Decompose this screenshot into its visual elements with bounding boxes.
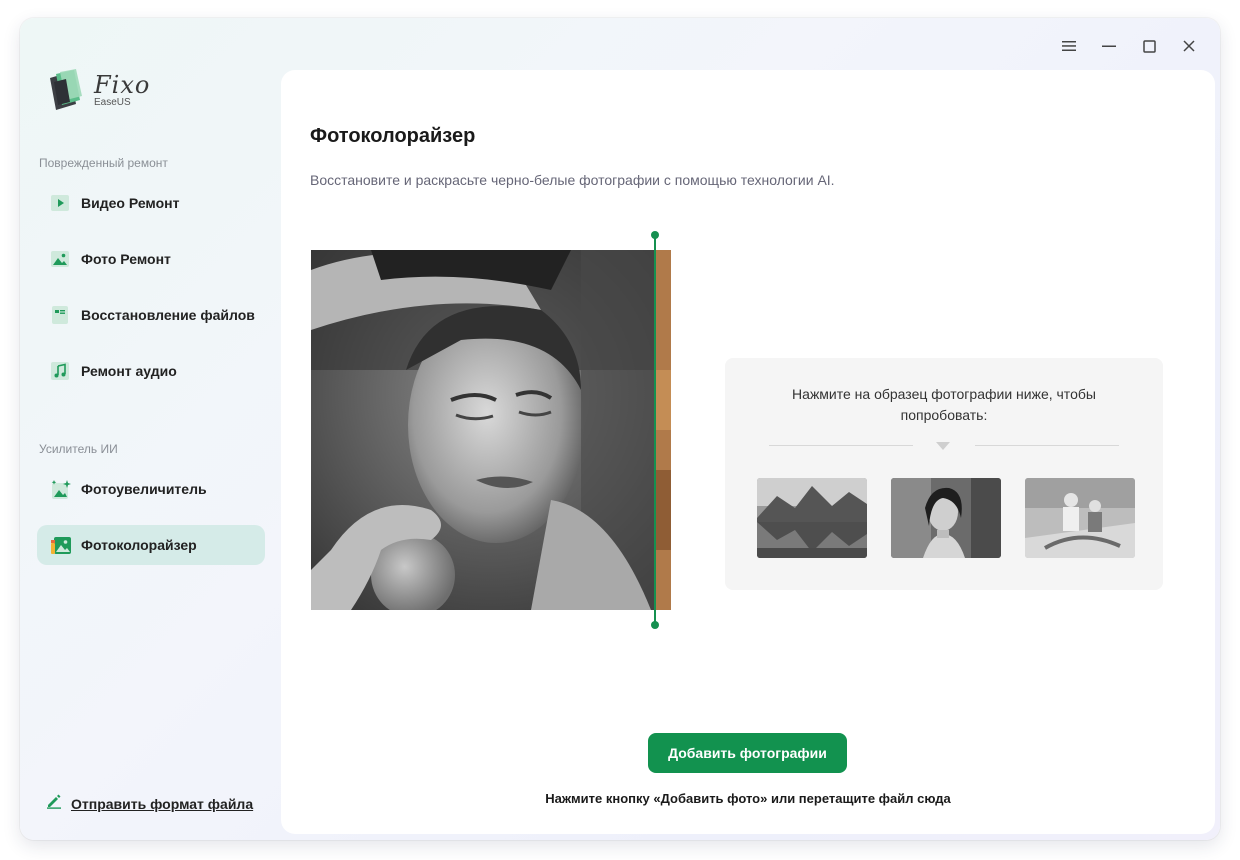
send-file-format-label: Отправить формат файла [71,795,254,812]
minimize-icon[interactable] [1098,36,1120,56]
sidebar-item-photo-repair[interactable]: Фото Ремонт [37,239,265,279]
sidebar-item-label: Видео Ремонт [81,195,180,211]
sidebar-item-video-repair[interactable]: Видео Ремонт [37,183,265,223]
sample-prompt: Нажмите на образец фотографии ниже, чтоб… [792,386,1096,423]
app-window: Fixo EaseUS Поврежденный ремонт Видео Ре… [20,18,1220,840]
sidebar-item-audio-repair[interactable]: Ремонт аудио [37,351,265,391]
caret-down-icon [936,442,950,450]
sidebar-item-label: Фото Ремонт [81,251,171,267]
menu-icon[interactable] [1058,36,1080,56]
page-subtitle: Восстановите и раскрасьте черно-белые фо… [310,172,835,188]
sample-thumb-children[interactable] [1025,478,1135,558]
sidebar-item-label: Фотоколорайзер [81,537,197,553]
close-icon[interactable] [1178,36,1200,56]
section-label-ai: Усилитель ИИ [39,442,118,456]
section-label-repair: Поврежденный ремонт [39,156,168,170]
music-icon [50,361,70,381]
logo-name: Fixo [94,70,151,99]
file-icon [50,305,70,325]
pen-icon [46,793,62,814]
colorize-icon [50,535,71,555]
sample-thumb-landscape[interactable] [757,478,867,558]
video-icon [50,193,70,213]
sidebar-item-label: Ремонт аудио [81,363,177,379]
page-title: Фотоколорайзер [310,125,476,147]
add-photos-button[interactable]: Добавить фотографии [648,733,847,773]
main-panel: Фотоколорайзер Восстановите и раскрасьте… [281,70,1215,834]
sidebar-item-photo-enhancer[interactable]: Фотоувеличитель [37,469,265,509]
sample-thumb-portrait[interactable] [891,478,1001,558]
colorize-preview-image [311,250,671,610]
app-logo: Fixo EaseUS [46,68,150,112]
sidebar-item-label: Восстановление файлов [81,307,255,323]
send-file-format-link[interactable]: Отправить формат файла [46,793,253,814]
maximize-icon[interactable] [1138,36,1160,56]
logo-brand: EaseUS [94,96,131,108]
photo-icon [50,249,70,269]
fixo-logo-icon [46,68,86,112]
divider [769,445,913,446]
slider-top-dot [651,231,659,239]
sidebar-item-label: Фотоувеличитель [81,481,207,497]
divider [975,445,1119,446]
sparkle-photo-icon [50,479,71,499]
sidebar-item-photo-colorizer[interactable]: Фотоколорайзер [37,525,265,565]
drop-hint: Нажмите кнопку «Добавить фото» или перет… [545,791,951,806]
sample-photos-panel: Нажмите на образец фотографии ниже, чтоб… [725,358,1163,590]
sidebar-item-file-recovery[interactable]: Восстановление файлов [37,295,265,335]
slider-bottom-dot [651,621,659,629]
compare-slider-handle[interactable] [651,231,659,629]
window-controls [1058,36,1200,56]
